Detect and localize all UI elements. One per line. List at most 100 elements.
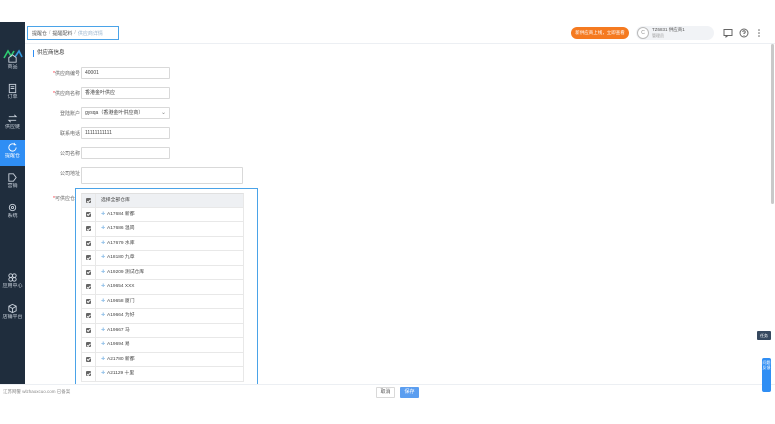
sidebar-item-orders[interactable]: 订单 (0, 81, 25, 107)
company-address-textarea[interactable] (81, 167, 243, 184)
warehouse-row[interactable]: ✛ A19658 厦门 (81, 294, 244, 309)
sidebar-item-shop-platform[interactable]: 店铺平台 (0, 301, 25, 327)
more-vertical-icon[interactable] (754, 28, 764, 38)
phone-input[interactable]: 11111111111 (81, 127, 170, 139)
warehouse-item: ✛ A19667 马 (101, 324, 130, 338)
column-divider (95, 207, 96, 221)
warehouse-row[interactable]: ✛ A19654 XXX (81, 280, 244, 295)
task-tab[interactable]: 任务 (757, 331, 771, 340)
warehouse-row[interactable]: ✛ A21780 新都 (81, 352, 244, 367)
sidebar-item-warehouse[interactable]: 提醒仓 (0, 140, 25, 166)
company-name-input[interactable] (81, 147, 170, 159)
warehouse-name: A21129 十里 (107, 371, 135, 376)
supplier-code-label: *供应商编号 (53, 71, 80, 77)
sidebar-item-label: 供应链 (4, 124, 20, 130)
warehouse-checkbox[interactable] (86, 313, 91, 318)
warehouse-row[interactable]: ✛ A21129 十里 (81, 367, 244, 382)
sidebar-item-marketing[interactable]: 营销 (0, 170, 25, 196)
warehouse-checkbox[interactable] (86, 255, 91, 260)
warehouse-item: ✛ A18180 九章 (101, 251, 135, 265)
sidebar-item-supply[interactable]: 供应链 (0, 111, 25, 137)
warehouse-row[interactable]: ✛ A19664 为好 (81, 309, 244, 324)
feedback-tab[interactable]: 问题反馈 (762, 358, 771, 392)
column-divider (95, 194, 96, 207)
warehouse-row[interactable]: ✛ A17684 新都 (81, 207, 244, 222)
icp-text: 江苏网警 wlzhaoxcuo.com 已备案 (3, 389, 71, 394)
warehouse-name: A19658 厦门 (107, 298, 135, 304)
warehouse-checkbox[interactable] (86, 240, 91, 246)
warehouse-checkbox[interactable] (86, 211, 91, 217)
breadcrumb-item[interactable]: 提醒仓 (32, 30, 47, 37)
warehouse-checkbox[interactable] (86, 284, 91, 289)
page-scrollbar[interactable] (771, 44, 774, 204)
warehouse-name: A19654 XXX (107, 284, 135, 289)
order-icon (8, 83, 17, 94)
warehouse-row[interactable]: ✛ A18180 九章 (81, 251, 244, 266)
message-icon[interactable] (723, 28, 733, 38)
warehouse-panel: 选择全部仓库 ✛ A17684 新都 ✛ A17686 温岗 ✛ A17679 水库 ✛ A1… (75, 188, 258, 385)
sidebar-item-app-center[interactable]: 应用中心 (0, 270, 25, 296)
avatar: C (637, 27, 649, 39)
sidebar-item-goods[interactable]: 商品 (0, 51, 25, 77)
column-divider (95, 280, 96, 294)
warehouse-row[interactable]: ✛ A19209 测试仓库 (81, 265, 244, 280)
column-divider (95, 338, 96, 352)
warehouse-checkbox[interactable] (86, 356, 91, 362)
login-account-select[interactable]: gysqa（香港金叶供应商） ⌄ (81, 107, 170, 119)
warehouse-row[interactable]: ✛ A17686 温岗 (81, 222, 244, 237)
warehouse-checkbox[interactable] (86, 327, 91, 333)
breadcrumb-item[interactable]: 提醒配料 (52, 30, 72, 37)
apps-icon (8, 273, 17, 282)
warehouse-row[interactable]: ✛ A19694 易 (81, 338, 244, 353)
warehouse-checkbox[interactable] (86, 269, 91, 275)
column-divider (95, 236, 96, 250)
save-button[interactable]: 保存 (400, 387, 419, 398)
supplier-code-input[interactable]: 40001 (81, 67, 170, 79)
warehouse-checkbox[interactable] (86, 371, 91, 376)
help-icon[interactable] (739, 28, 749, 38)
warehouse-item: ✛ A19694 易 (101, 338, 130, 352)
warehouse-row[interactable]: ✛ A19667 马 (81, 323, 244, 338)
warehouse-checkbox[interactable] (86, 298, 91, 304)
sidebar-item-system[interactable]: 系统 (0, 200, 25, 226)
warehouse-label: *可供应仓库 (53, 196, 80, 202)
select-all-checkbox[interactable] (86, 198, 91, 203)
account-menu[interactable]: C TZ6831 供应商1 管理员 (636, 26, 714, 40)
column-divider (95, 265, 96, 279)
warehouse-plus-icon: ✛ (101, 240, 106, 246)
sidebar-item-label: 提醒仓 (4, 153, 20, 159)
warehouse-plus-icon: ✛ (101, 356, 106, 362)
warehouse-item: ✛ A19664 为好 (101, 309, 135, 323)
sidebar-item-label: 营销 (7, 183, 18, 189)
tag-icon (8, 173, 17, 182)
supplier-name-label: *供应商名称 (53, 91, 80, 97)
warehouse-plus-icon: ✛ (101, 269, 106, 275)
warehouse-plus-icon: ✛ (101, 342, 106, 347)
warehouse-item: ✛ A21129 十里 (101, 367, 134, 381)
warehouse-plus-icon: ✛ (101, 226, 106, 231)
warehouse-table: 选择全部仓库 ✛ A17684 新都 ✛ A17686 温岗 ✛ A17679 水库 ✛ A1… (81, 193, 244, 382)
main-content: 供应商信息 *供应商编号 40001 *供应商名称 香港金叶供应 登陆账户 gy… (25, 44, 770, 385)
login-account-value: gysqa（香港金叶供应商） (85, 110, 144, 116)
cancel-button[interactable]: 取消 (376, 387, 395, 398)
warehouse-plus-icon: ✛ (101, 298, 106, 304)
column-divider (95, 309, 96, 323)
warehouse-checkbox[interactable] (86, 342, 91, 347)
warehouse-row[interactable]: ✛ A17679 水库 (81, 236, 244, 251)
sidebar: 商品 订单 供应链 提醒仓 营销 系统 应用中心 店铺平台 (0, 22, 25, 399)
gear-icon (8, 203, 17, 212)
warehouse-plus-icon: ✛ (101, 255, 106, 260)
warehouse-plus-icon: ✛ (101, 371, 106, 376)
warehouse-checkbox[interactable] (86, 226, 91, 231)
supplier-name-input[interactable]: 香港金叶供应 (81, 87, 170, 99)
column-divider (95, 367, 96, 381)
warehouse-name: A19209 测试仓库 (107, 269, 145, 275)
sidebar-item-label: 商品 (7, 64, 18, 70)
warehouse-item: ✛ A17679 水库 (101, 237, 135, 251)
warehouse-item: ✛ A19209 测试仓库 (101, 266, 144, 280)
warehouse-item: ✛ A17684 新都 (101, 208, 135, 222)
account-role: 管理员 (652, 33, 664, 38)
login-account-label: 登陆账户 (59, 111, 80, 117)
company-name-label: 公司名称 (59, 151, 80, 157)
promo-button[interactable]: 新供应商上线，立即查看 (571, 27, 629, 39)
